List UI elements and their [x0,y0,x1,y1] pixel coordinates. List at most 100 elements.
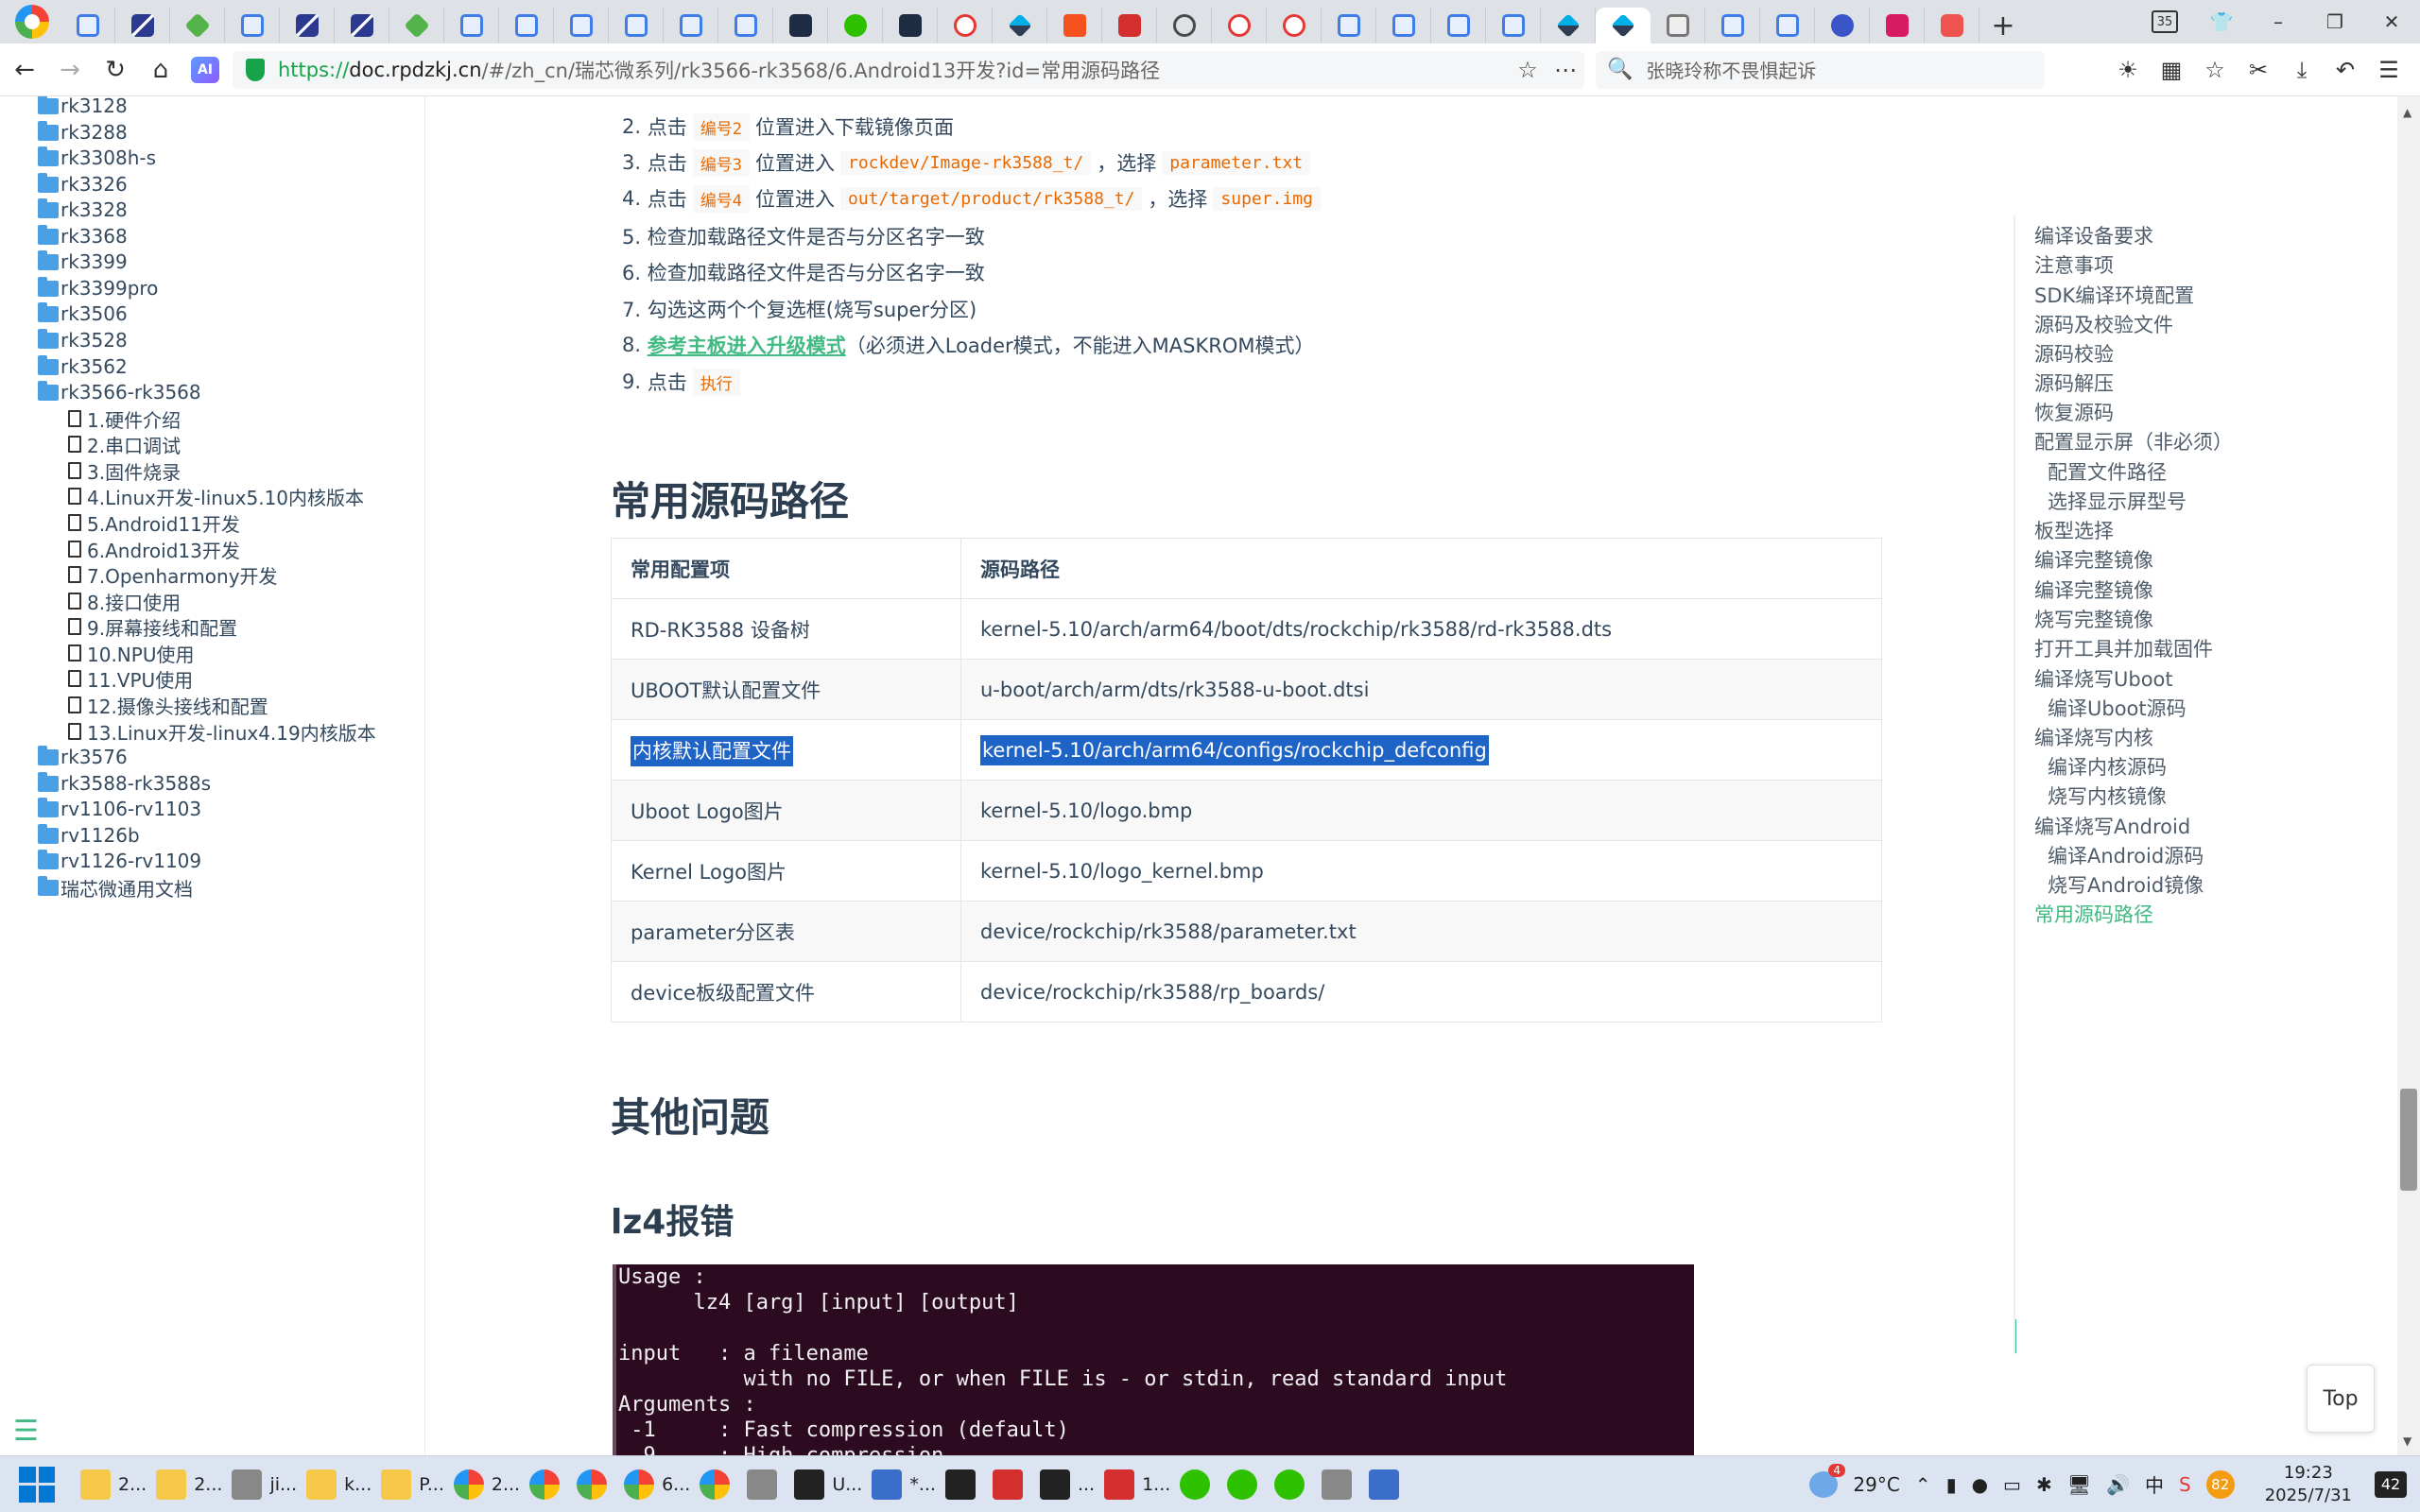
undo-icon[interactable]: ↶ [2324,57,2367,83]
ai-assistant-icon[interactable]: AI [191,56,219,83]
browser-tab[interactable] [1376,8,1431,43]
browser-tab[interactable] [1267,8,1322,43]
browser-tab[interactable] [828,8,883,43]
taskbar-app-button[interactable] [1227,1460,1265,1509]
new-tab-button[interactable]: + [1979,8,2027,43]
browser-tab[interactable] [389,8,444,43]
scroll-down-arrow[interactable]: ▼ [2403,1435,2411,1448]
toc-item[interactable]: 编译Uboot源码 [2048,694,2187,722]
taskbar-app-button[interactable] [529,1460,567,1509]
browser-tab[interactable] [1157,8,1212,43]
back-button[interactable]: ← [4,49,45,91]
browser-tab[interactable] [883,8,938,43]
notification-center-button[interactable]: 42 [2375,1470,2407,1498]
browser-tab[interactable] [718,8,773,43]
toc-item[interactable]: 选择显示屏型号 [2048,487,2187,515]
menu-icon[interactable]: ☰ [2367,57,2411,83]
toc-item[interactable]: 编译烧写内核 [2034,723,2153,751]
ime-badge[interactable]: 82 [2205,1469,2235,1499]
taskbar-app-button[interactable] [1369,1460,1407,1509]
extension-icon[interactable]: ☀ [2106,57,2150,83]
battery-icon[interactable]: ▭ [2003,1473,2021,1496]
taskbar-app-button[interactable] [577,1460,614,1509]
taskbar-app-button[interactable] [1322,1460,1359,1509]
toc-item[interactable]: 注意事项 [2034,250,2114,279]
toc-item[interactable]: 打开工具并加载固件 [2034,634,2213,662]
browser-tab[interactable] [664,8,718,43]
tray-app-icon[interactable]: ▮ [1946,1473,1957,1496]
back-to-top-button[interactable]: Top [2307,1365,2375,1433]
restore-button[interactable]: ❐ [2307,0,2363,43]
browser-tab[interactable] [1047,8,1102,43]
home-button[interactable]: ⌂ [140,49,182,91]
scrollbar-thumb[interactable] [2400,1089,2417,1191]
scroll-up-arrow[interactable]: ▲ [2403,106,2411,119]
minimize-button[interactable]: – [2250,0,2307,43]
browser-tab[interactable] [170,8,225,43]
taskbar-app-button[interactable]: 2... [156,1460,222,1509]
toc-item[interactable]: 编译内核源码 [2048,752,2167,781]
taskbar-app-button[interactable]: 6... [624,1460,690,1509]
wechat-tray-icon[interactable]: ● [1972,1473,1988,1496]
toc-item[interactable]: 配置文件路径 [2048,457,2167,486]
browser-tab[interactable] [773,8,828,43]
start-button[interactable] [19,1466,55,1503]
browser-tab[interactable] [1486,8,1541,43]
browser-tab[interactable] [609,8,664,43]
browser-tab[interactable] [1212,8,1267,43]
browser-tab[interactable] [115,8,170,43]
browser-tab[interactable] [1102,8,1157,43]
apps-grid-icon[interactable]: ▦ [2150,57,2193,83]
taskbar-app-button[interactable] [992,1460,1030,1509]
address-bar[interactable]: https:// doc.rpdzkj.cn /#/zh_cn/瑞芯微系列/rk… [233,50,1584,89]
favorites-icon[interactable]: ☆ [2193,57,2237,83]
bluetooth-icon[interactable]: ✱ [2036,1473,2052,1496]
browser-tab[interactable] [1925,8,1979,43]
more-options-icon[interactable]: ⋯ [1547,57,1584,83]
taskbar-app-button[interactable]: *... [872,1460,936,1509]
browser-tab[interactable] [1870,8,1925,43]
browser-tab[interactable] [1815,8,1870,43]
browser-tab[interactable] [1705,8,1760,43]
clock[interactable]: 19:23 2025/7/31 [2257,1462,2360,1507]
taskbar-app-button[interactable]: ji... [232,1460,297,1509]
bookmark-star-icon[interactable]: ☆ [1509,57,1547,83]
toc-item[interactable]: 编译Android源码 [2048,841,2204,869]
browser-tab[interactable] [225,8,280,43]
toc-item[interactable]: 烧写完整镜像 [2034,605,2153,633]
sogou-icon[interactable]: S [2179,1473,2191,1496]
browser-tab[interactable] [1322,8,1376,43]
browser-tab[interactable] [1651,8,1705,43]
reload-button[interactable]: ↻ [95,49,136,91]
toc-item[interactable]: 恢复源码 [2034,398,2114,426]
taskbar-app-button[interactable] [1180,1460,1218,1509]
browser-tab[interactable] [60,8,115,43]
taskbar-app-button[interactable] [1274,1460,1312,1509]
volume-icon[interactable]: 🔊 [2106,1473,2130,1496]
toc-item[interactable]: SDK编译环境配置 [2034,281,2194,309]
toc-item[interactable]: 源码解压 [2034,369,2114,397]
browser-tab[interactable] [1541,8,1596,43]
network-icon[interactable]: 🖥 [2067,1473,2091,1496]
taskbar-app-button[interactable] [747,1460,785,1509]
toc-item[interactable]: 编译设备要求 [2034,221,2153,249]
taskbar-app-button[interactable]: ... [1039,1460,1095,1509]
toc-item[interactable]: 配置显示屏（非必须） [2034,427,2233,455]
tray-chevron-icon[interactable]: ⌃ [1915,1473,1931,1496]
taskbar-app-button[interactable]: U... [794,1460,862,1509]
download-icon[interactable]: ⤓ [2280,57,2324,83]
browser-logo-icon[interactable] [15,5,49,39]
browser-tab[interactable] [554,8,609,43]
sidebar-item[interactable]: 瑞芯微通用文档 [38,868,193,906]
taskbar-app-button[interactable] [700,1460,737,1509]
taskbar-app-button[interactable]: 2... [453,1460,520,1509]
tab-count-button[interactable]: 35 [2136,0,2193,43]
browser-tab[interactable] [444,8,499,43]
toc-item[interactable]: 常用源码路径 [2034,900,2153,928]
browser-tab[interactable] [499,8,554,43]
toc-item[interactable]: 编译完整镜像 [2034,545,2153,574]
browser-tab[interactable] [335,8,389,43]
browser-tab[interactable] [993,8,1047,43]
toc-item[interactable]: 烧写Android镜像 [2048,870,2204,899]
page-scrollbar[interactable]: ▲ ▼ [2397,96,2420,1455]
